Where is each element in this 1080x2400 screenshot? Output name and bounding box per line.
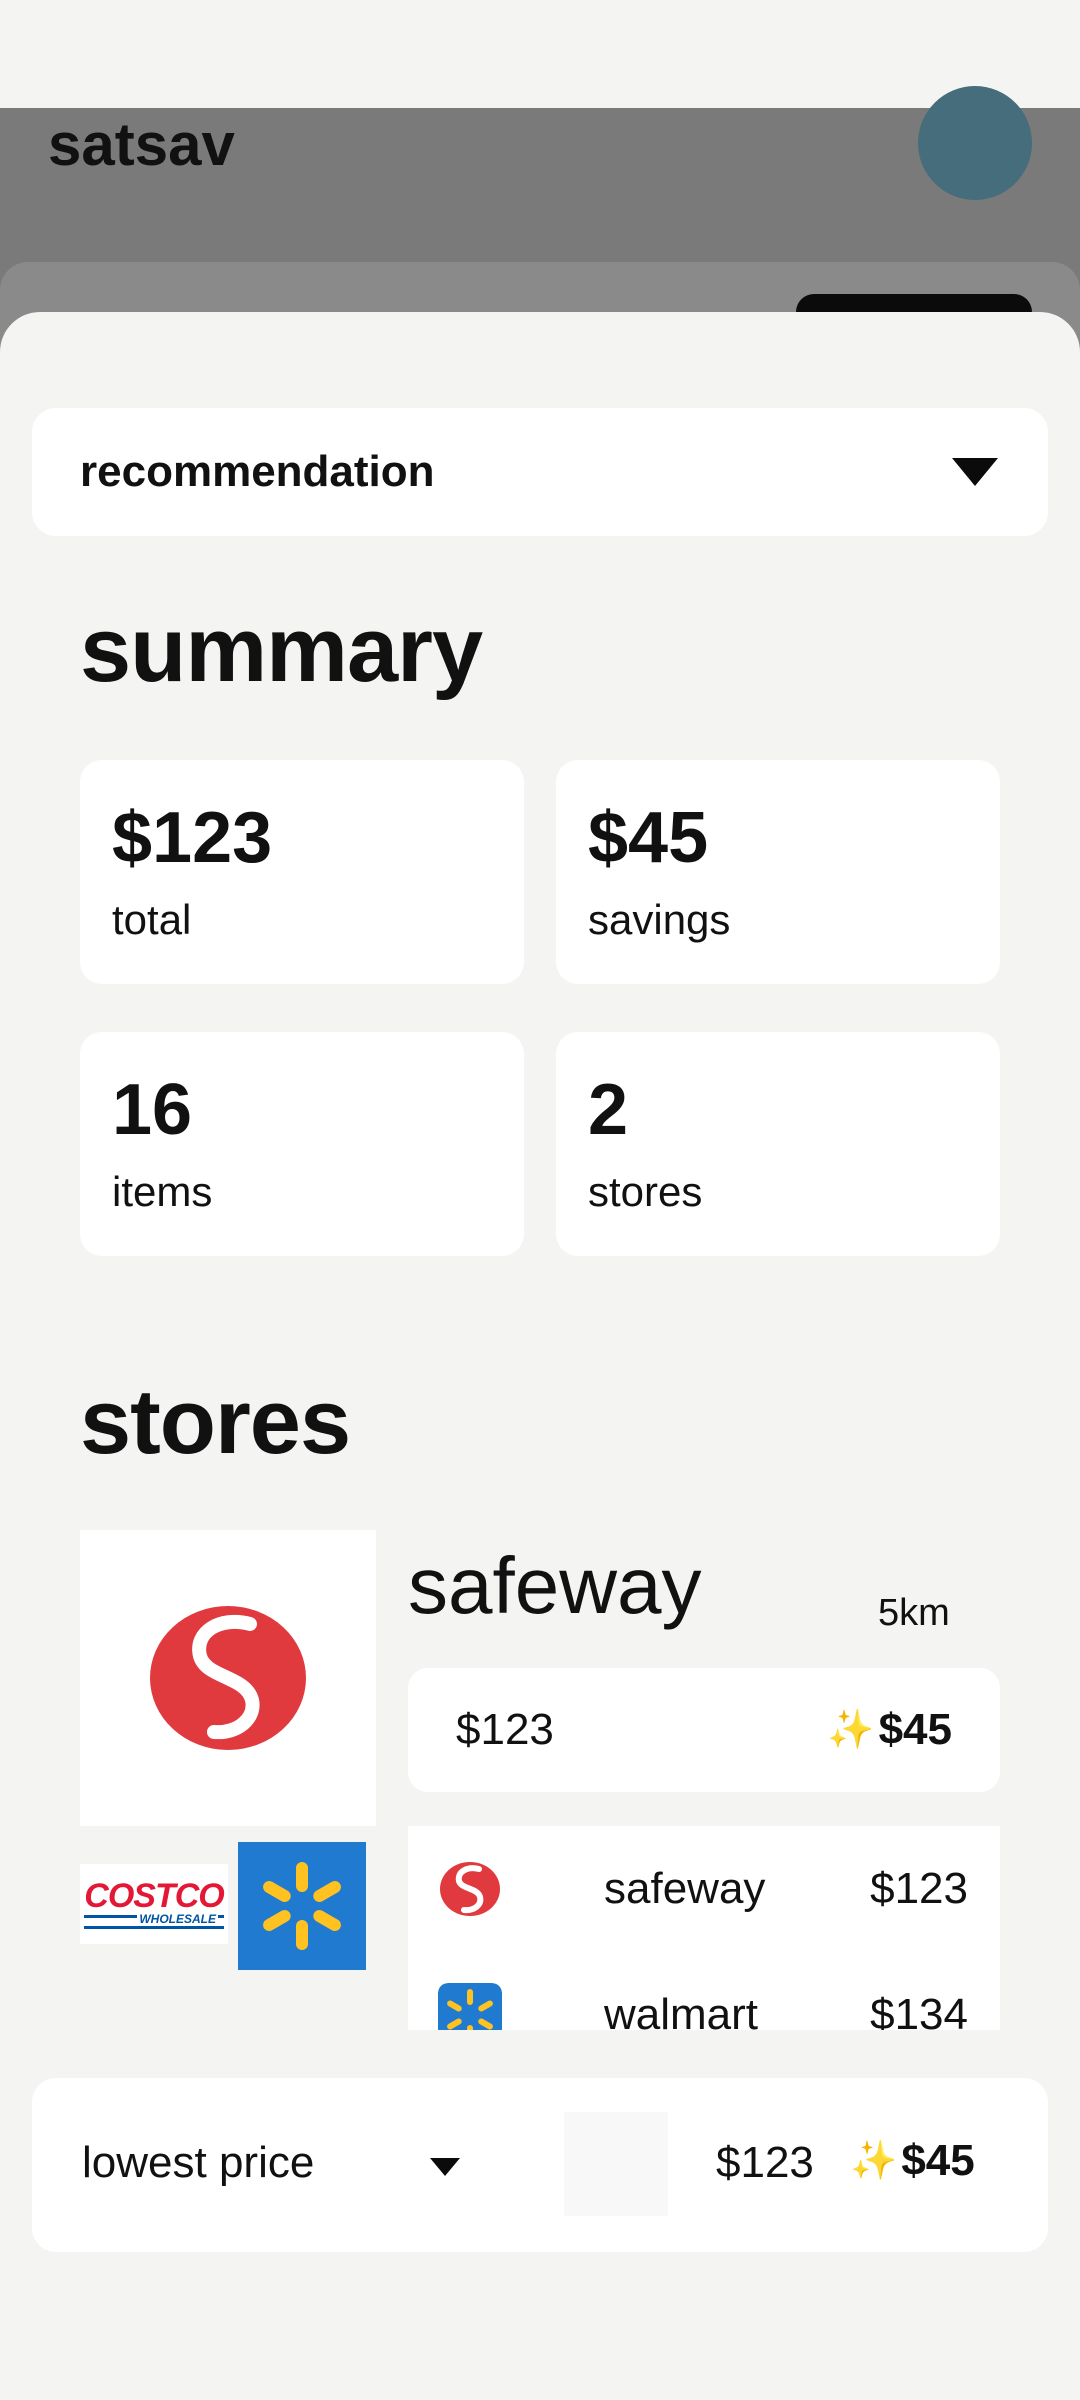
stat-label: savings [588, 896, 731, 943]
safeway-logo-icon [440, 1862, 500, 1916]
bottom-bar-savings: $45 [901, 2136, 975, 2185]
walmart-spark-icon [263, 1862, 341, 1950]
view-dropdown[interactable]: recommendation [32, 408, 1048, 536]
store-list-item-price: $134 [870, 1990, 968, 2030]
avatar[interactable] [918, 86, 1032, 200]
stat-value: 2 [588, 1070, 629, 1150]
store-list-item-name: walmart [604, 1990, 759, 2030]
stat-label: total [112, 896, 192, 943]
safeway-s-icon [150, 1606, 306, 1750]
store-list-item-safeway[interactable]: safeway $123 [408, 1826, 1000, 1952]
image-placeholder [564, 2112, 668, 2216]
stores-title: stores [80, 1371, 351, 1473]
stat-card-savings: $45 savings [556, 760, 1000, 984]
stat-value: $45 [588, 798, 709, 878]
selected-store-name: safeway [408, 1541, 702, 1630]
sparkles-icon: ✨ [827, 1709, 875, 1751]
selected-store-distance: 5km [878, 1592, 950, 1634]
costco-logo[interactable]: COSTCO WHOLESALE [80, 1864, 228, 1944]
status-bar [0, 0, 1080, 108]
app-title: satsav [48, 111, 235, 178]
costco-subtitle: WHOLESALE [137, 1912, 218, 1926]
sort-dropdown-label[interactable]: lowest price [82, 2138, 314, 2188]
store-list-item-price: $123 [870, 1864, 968, 1913]
store-list-item-walmart[interactable]: walmart $134 [408, 1952, 1000, 2030]
dropdown-label: recommendation [80, 447, 435, 496]
stat-card-items: 16 items [80, 1032, 524, 1256]
summary-title: summary [80, 599, 483, 701]
selected-store-price-card: $123 ✨ $45 [408, 1668, 1000, 1792]
store-list[interactable]: safeway $123 walmart $134 [408, 1826, 1000, 2030]
stat-label: stores [588, 1168, 703, 1215]
store-list-item-name: safeway [604, 1864, 766, 1913]
caret-down-icon[interactable] [430, 2158, 460, 2176]
bottom-bar-price: $123 [716, 2138, 814, 2187]
selected-store-savings: $45 [878, 1705, 952, 1754]
bottom-bar-savings-group: ✨ $45 [850, 2136, 975, 2186]
stat-label: items [112, 1168, 213, 1215]
walmart-logo[interactable] [238, 1842, 366, 1970]
selected-store-price: $123 [456, 1705, 554, 1754]
stat-value: 16 [112, 1070, 193, 1150]
costco-wordmark: COSTCO [84, 1877, 224, 1915]
stat-value: $123 [112, 798, 273, 878]
stat-card-stores: 2 stores [556, 1032, 1000, 1256]
selected-store-savings-group: ✨ $45 [827, 1705, 952, 1755]
walmart-logo-icon [438, 1983, 502, 2030]
stat-card-total: $123 total [80, 760, 524, 984]
costco-subtitle-stripe: WHOLESALE [84, 1912, 224, 1929]
safeway-logo[interactable] [80, 1530, 376, 1826]
sparkles-icon: ✨ [850, 2140, 898, 2182]
caret-down-icon [952, 458, 998, 486]
bottom-summary-bar: lowest price $123 ✨ $45 [32, 2078, 1048, 2252]
